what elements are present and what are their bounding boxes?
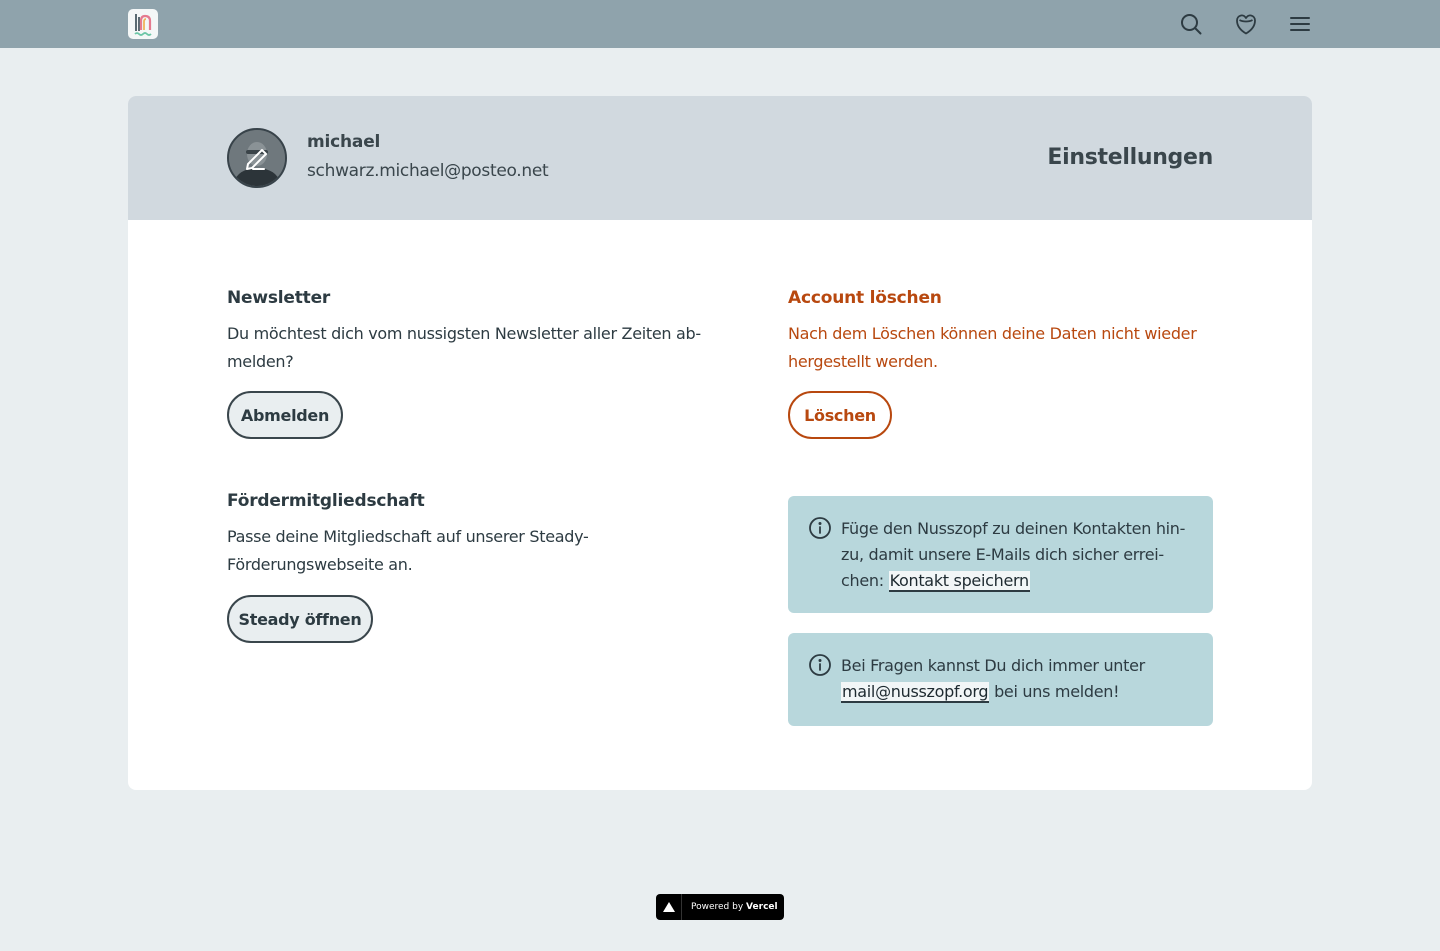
info-questions-text: Bei Fragen kannst Du dich immer unter ma… bbox=[841, 656, 1145, 703]
top-navigation-bar bbox=[0, 0, 1440, 48]
menu-icon[interactable] bbox=[1288, 12, 1312, 36]
email-link[interactable]: mail@nusszopf.org bbox=[841, 682, 990, 703]
delete-account-title: Account löschen bbox=[788, 288, 942, 308]
user-email: schwarz.michael@posteo.net bbox=[307, 161, 549, 181]
membership-text: Passe deine Mitgliedschaft auf unserer S… bbox=[227, 527, 589, 574]
vercel-triangle-icon bbox=[656, 894, 682, 920]
info-contact-text: Füge den Nusszopf zu deinen Kontakten hi… bbox=[841, 519, 1186, 592]
profile-header: michael schwarz.michael@posteo.net Einst… bbox=[128, 96, 1312, 220]
unsubscribe-button[interactable]: Abmelden bbox=[227, 391, 343, 439]
newsletter-title: Newsletter bbox=[227, 288, 331, 308]
nusszopf-logo[interactable] bbox=[128, 9, 158, 39]
info-box-questions: Bei Fragen kannst Du dich immer unter ma… bbox=[788, 633, 1213, 726]
vercel-text: Powered by Vercel bbox=[691, 902, 778, 912]
heart-shield-icon[interactable] bbox=[1234, 12, 1258, 36]
avatar-edit[interactable] bbox=[227, 128, 287, 188]
info-icon bbox=[809, 517, 831, 539]
membership-title: Fördermitgliedschaft bbox=[227, 491, 425, 511]
settings-card: michael schwarz.michael@posteo.net Einst… bbox=[128, 96, 1312, 790]
delete-account-text: Nach dem Löschen können deine Daten nich… bbox=[788, 324, 1197, 371]
open-steady-button[interactable]: Steady öffnen bbox=[227, 595, 373, 643]
search-icon[interactable] bbox=[1179, 12, 1203, 36]
newsletter-text: Du möchtest dich vom nussigsten Newslett… bbox=[227, 324, 701, 371]
delete-button[interactable]: Löschen bbox=[788, 391, 892, 439]
page-title: Einstellungen bbox=[1047, 145, 1213, 170]
user-name: michael bbox=[307, 132, 381, 152]
info-icon bbox=[809, 654, 831, 676]
vercel-badge[interactable]: Powered by Vercel bbox=[656, 894, 784, 920]
save-contact-link[interactable]: Kontakt speichern bbox=[888, 571, 1030, 592]
info-box-contact: Füge den Nusszopf zu deinen Kontakten hi… bbox=[788, 496, 1213, 613]
